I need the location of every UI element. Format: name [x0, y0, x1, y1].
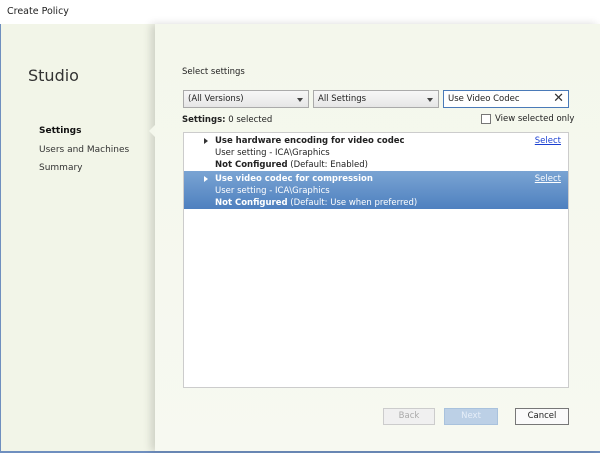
- setting-scope: User setting - ICA\Graphics: [215, 186, 330, 196]
- chevron-down-icon: [427, 98, 433, 102]
- sidebar-item-settings[interactable]: Settings: [39, 126, 81, 136]
- setting-name: Use hardware encoding for video codec: [215, 136, 405, 146]
- select-link[interactable]: Select: [535, 135, 561, 147]
- setting-row-selected[interactable]: Use video codec for compression User set…: [184, 171, 568, 209]
- default-value: (Default: Use when preferred): [290, 198, 418, 208]
- version-dropdown[interactable]: (All Versions): [183, 90, 309, 108]
- clear-search-icon[interactable]: ✕: [553, 91, 564, 107]
- category-value: All Settings: [318, 94, 367, 104]
- back-button[interactable]: Back: [383, 408, 435, 425]
- category-dropdown[interactable]: All Settings: [313, 90, 439, 108]
- sidebar: Studio Settings Users and Machines Summa…: [1, 24, 155, 451]
- view-selected-only-checkbox[interactable]: View selected only: [481, 114, 574, 124]
- window-title: Create Policy: [0, 0, 600, 24]
- settings-label: Settings:: [182, 115, 226, 125]
- setting-state: Not Configured (Default: Use when prefer…: [215, 197, 568, 209]
- default-value: (Default: Enabled): [290, 160, 368, 170]
- state-value: Not Configured: [215, 198, 288, 208]
- expand-icon[interactable]: [204, 138, 208, 144]
- version-value: (All Versions): [188, 94, 244, 104]
- main-panel: Select settings (All Versions) All Setti…: [149, 24, 600, 451]
- setting-name: Use video codec for compression: [215, 174, 373, 184]
- section-heading: Select settings: [182, 67, 245, 77]
- search-value: Use Video Codec: [448, 94, 520, 104]
- search-input[interactable]: Use Video Codec ✕: [443, 90, 569, 108]
- active-step-pointer: [149, 125, 155, 137]
- checkbox-label: View selected only: [495, 114, 575, 124]
- chevron-down-icon: [297, 98, 303, 102]
- sidebar-item-summary[interactable]: Summary: [39, 163, 83, 173]
- brand: Studio: [28, 66, 79, 85]
- state-value: Not Configured: [215, 160, 288, 170]
- cancel-button[interactable]: Cancel: [515, 408, 569, 425]
- settings-count: Settings: 0 selected: [182, 115, 272, 125]
- checkbox-box[interactable]: [481, 114, 491, 124]
- selected-count: 0 selected: [228, 115, 273, 125]
- select-link[interactable]: Select: [535, 173, 561, 185]
- setting-row[interactable]: Use hardware encoding for video codec Us…: [184, 133, 568, 171]
- sidebar-item-users-and-machines[interactable]: Users and Machines: [39, 145, 129, 155]
- next-button[interactable]: Next: [444, 408, 498, 425]
- setting-state: Not Configured (Default: Enabled): [215, 159, 568, 171]
- settings-list: Use hardware encoding for video codec Us…: [183, 132, 569, 388]
- expand-icon[interactable]: [204, 176, 208, 182]
- setting-scope: User setting - ICA\Graphics: [215, 148, 330, 158]
- dialog-body: Studio Settings Users and Machines Summa…: [0, 24, 600, 453]
